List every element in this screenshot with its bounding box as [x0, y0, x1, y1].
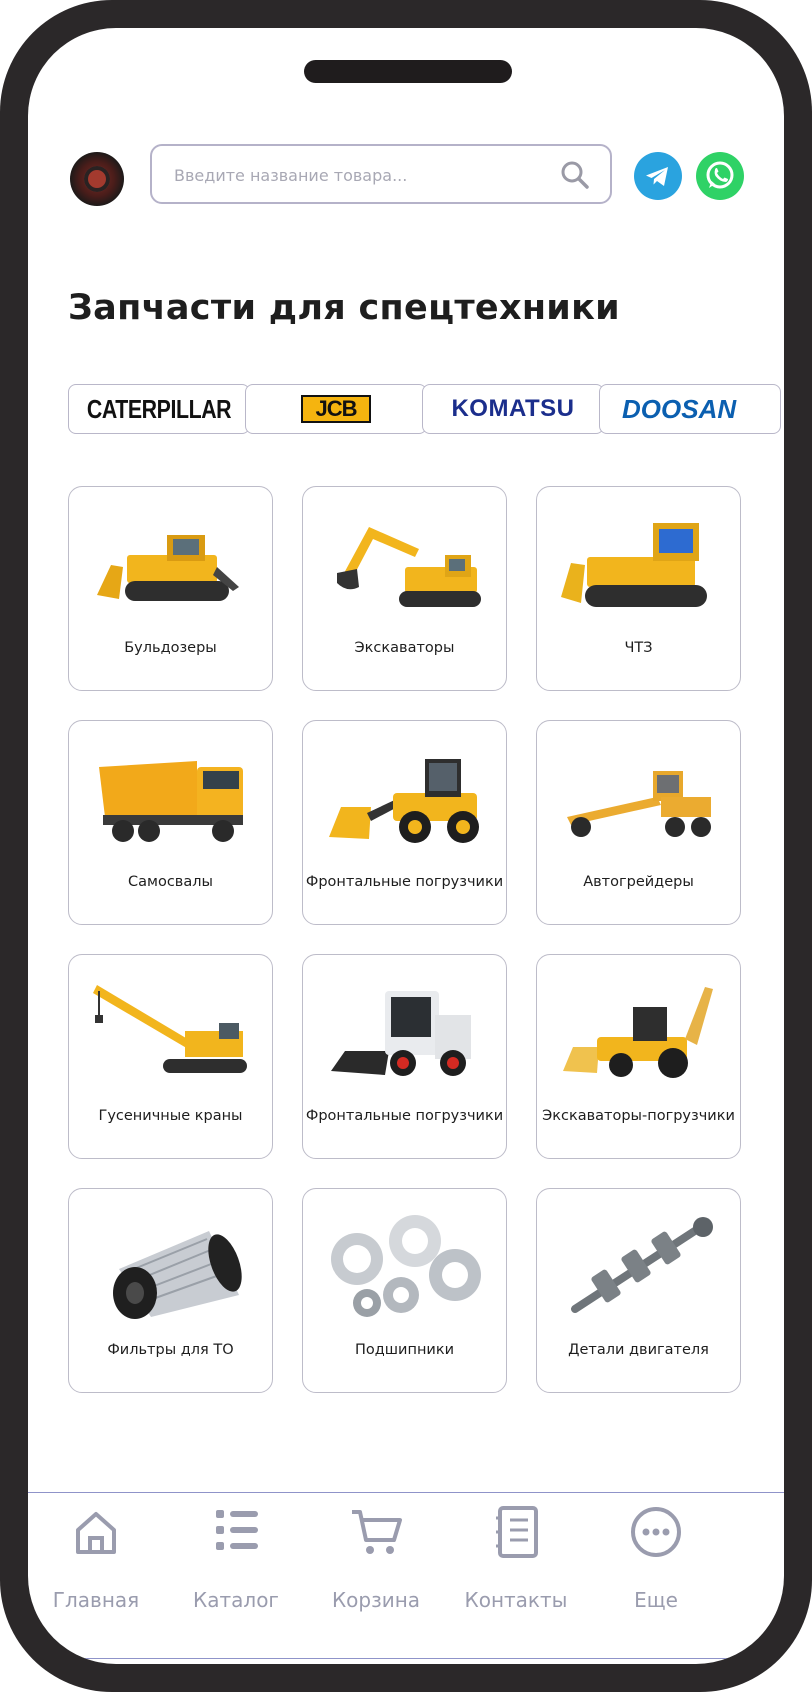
category-label: Гусеничные краны: [98, 1108, 243, 1124]
nav-label: Еще: [634, 1588, 678, 1612]
category-label: Фильтры для ТО: [107, 1342, 234, 1358]
nav-label: Главная: [52, 1588, 140, 1612]
dump-truck-icon: [99, 761, 243, 842]
category-label: Детали двигателя: [568, 1342, 709, 1358]
nav-label: Корзина: [331, 1588, 421, 1612]
notebook-icon: [496, 1506, 538, 1558]
brand-carousel[interactable]: CATERPILLAR JCB KOMATSU DOOSAN: [68, 384, 784, 436]
chtz-bulldozer-icon: [561, 523, 707, 607]
brand-komatsu[interactable]: KOMATSU: [422, 384, 604, 434]
page-title: Запчасти для спецтехники: [68, 288, 621, 328]
category-label: Подшипники: [354, 1342, 455, 1358]
crawler-crane-icon: [93, 985, 247, 1073]
bulldozer-icon: [97, 535, 239, 601]
category-card-bulldozers[interactable]: Бульдозеры: [68, 486, 273, 691]
nav-item-home[interactable]: Главная: [36, 1504, 156, 1614]
motor-grader-icon: [567, 771, 711, 837]
phone-notch: [304, 60, 512, 83]
whatsapp-icon: [706, 161, 734, 189]
nav-item-contacts[interactable]: Контакты: [456, 1504, 576, 1614]
category-card-skid-steer-loaders[interactable]: Фронтальные погрузчики: [302, 954, 507, 1159]
category-label: Автогрейдеры: [583, 874, 694, 890]
category-card-filters[interactable]: Фильтры для ТО: [68, 1188, 273, 1393]
brand-label: DOOSAN: [622, 393, 737, 424]
category-label: Самосвалы: [128, 874, 213, 890]
search-input[interactable]: [172, 146, 556, 204]
shop-logo[interactable]: [70, 152, 124, 206]
nav-item-catalog[interactable]: Каталог: [176, 1504, 296, 1614]
wheel-loader-icon: [329, 759, 479, 843]
excavator-icon: [337, 527, 481, 607]
category-card-motor-graders[interactable]: Автогрейдеры: [536, 720, 741, 925]
crankshaft-icon: [571, 1217, 713, 1313]
category-card-backhoe-loaders[interactable]: Экскаваторы-погрузчики: [536, 954, 741, 1159]
cart-icon: [352, 1510, 402, 1554]
category-label: Экскаваторы: [354, 640, 455, 656]
search-bar: [150, 144, 612, 204]
nav-item-more[interactable]: Еще: [596, 1504, 716, 1614]
nav-item-cart[interactable]: Корзина: [316, 1504, 436, 1614]
category-label: ЧТЗ: [624, 640, 653, 656]
bearings-icon: [331, 1215, 481, 1317]
category-card-dump-trucks[interactable]: Самосвалы: [68, 720, 273, 925]
category-card-excavators[interactable]: Экскаваторы: [302, 486, 507, 691]
category-card-wheel-loaders[interactable]: Фронтальные погрузчики: [302, 720, 507, 925]
brand-doosan[interactable]: DOOSAN: [599, 384, 781, 434]
category-card-bearings[interactable]: Подшипники: [302, 1188, 507, 1393]
whatsapp-button[interactable]: [696, 152, 744, 200]
list-icon: [216, 1510, 258, 1550]
category-label: Фронтальные погрузчики: [305, 1108, 504, 1124]
brand-label: KOMATSU: [451, 395, 575, 422]
app-screen: Запчасти для спецтехники CATERPILLAR JCB…: [28, 28, 784, 1664]
more-icon: [631, 1507, 681, 1557]
backhoe-loader-icon: [563, 987, 713, 1078]
nav-divider: [28, 1492, 784, 1493]
nav-label: Каталог: [193, 1588, 279, 1612]
filter-icon: [113, 1231, 242, 1319]
brand-jcb[interactable]: JCB: [245, 384, 427, 434]
brand-label: CATERPILLAR: [86, 393, 232, 424]
telegram-button[interactable]: [634, 152, 682, 200]
brand-label: JCB: [301, 395, 371, 423]
category-card-crawler-cranes[interactable]: Гусеничные краны: [68, 954, 273, 1159]
home-icon: [76, 1512, 116, 1554]
category-card-chtz[interactable]: ЧТЗ: [536, 486, 741, 691]
skid-steer-loader-icon: [331, 991, 471, 1076]
search-icon[interactable]: [560, 160, 590, 190]
home-indicator-line: [28, 1658, 784, 1659]
category-label: Бульдозеры: [124, 640, 217, 656]
nav-label: Контакты: [464, 1588, 568, 1612]
brand-caterpillar[interactable]: CATERPILLAR: [68, 384, 250, 434]
telegram-icon: [646, 167, 668, 186]
category-card-engine-parts[interactable]: Детали двигателя: [536, 1188, 741, 1393]
category-label: Экскаваторы-погрузчики: [542, 1108, 735, 1124]
category-label: Фронтальные погрузчики: [305, 874, 504, 890]
